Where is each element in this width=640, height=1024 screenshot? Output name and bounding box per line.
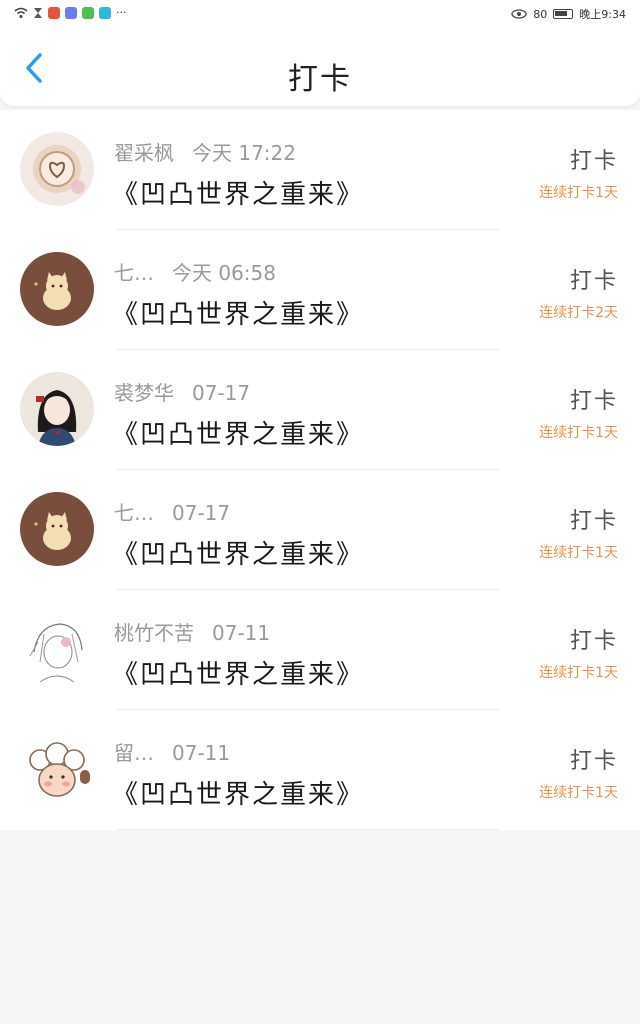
checkin-label: 打卡 xyxy=(569,149,618,174)
checkin-row[interactable]: 桃竹不苦 07-11 《凹凸世界之重来》 打卡 连续打卡1天 xyxy=(0,590,640,710)
weibo-icon xyxy=(48,6,60,19)
checkin-label: 打卡 xyxy=(569,269,618,294)
wifi-icon xyxy=(14,7,28,18)
checkin-meta: 七… 07-17 xyxy=(114,497,230,526)
battery-icon xyxy=(553,9,574,19)
more-notifications-icon: ··· xyxy=(116,6,127,19)
checkin-time: 今天 17:22 xyxy=(192,141,296,165)
checkin-row[interactable]: 七… 今天 06:58 《凹凸世界之重来》 打卡 连续打卡2天 xyxy=(0,230,640,350)
checkin-list: 翟采枫 今天 17:22 《凹凸世界之重来》 打卡 连续打卡1天 七… 今天 06:… xyxy=(0,110,640,830)
user-name[interactable]: 翟采枫 xyxy=(114,141,174,165)
battery-percent: 80 xyxy=(533,7,548,21)
streak-badge: 连续打卡1天 xyxy=(539,665,618,681)
streak-badge: 连续打卡1天 xyxy=(539,185,618,201)
checkin-meta: 留… 07-11 xyxy=(114,737,230,766)
user-name[interactable]: 留… xyxy=(114,741,154,765)
streak-badge: 连续打卡1天 xyxy=(539,785,618,801)
book-title[interactable]: 《凹凸世界之重来》 xyxy=(112,414,364,451)
checkin-label: 打卡 xyxy=(569,629,618,654)
checkin-meta: 桃竹不苦 07-11 xyxy=(114,617,270,646)
book-title[interactable]: 《凹凸世界之重来》 xyxy=(112,534,364,571)
checkin-label: 打卡 xyxy=(569,509,618,534)
cat-avatar[interactable] xyxy=(20,252,94,326)
checkin-time: 今天 06:58 xyxy=(172,261,276,285)
checkin-label: 打卡 xyxy=(569,749,618,774)
status-bar: ··· 80 晚上9:34 xyxy=(0,0,640,28)
page-title: 打卡 xyxy=(288,62,352,97)
checkin-row[interactable]: 留… 07-11 《凹凸世界之重来》 打卡 连续打卡1天 xyxy=(0,710,640,830)
streak-badge: 连续打卡1天 xyxy=(539,545,618,561)
user-name[interactable]: 桃竹不苦 xyxy=(114,621,194,645)
girl-avatar[interactable] xyxy=(20,372,94,446)
checkin-meta: 裘梦华 07-17 xyxy=(114,377,250,406)
checkin-meta: 七… 今天 06:58 xyxy=(114,257,276,286)
checkin-label: 打卡 xyxy=(569,389,618,414)
checkin-row[interactable]: 裘梦华 07-17 《凹凸世界之重来》 打卡 连续打卡1天 xyxy=(0,350,640,470)
status-icons-right: 80 晚上9:34 xyxy=(511,6,626,22)
checkin-time: 07-17 xyxy=(172,501,231,525)
checkin-meta: 翟采枫 今天 17:22 xyxy=(114,137,296,166)
checkin-row[interactable]: 翟采枫 今天 17:22 《凹凸世界之重来》 打卡 连续打卡1天 xyxy=(0,110,640,230)
empty-area xyxy=(0,830,640,1024)
app-header: 打卡 xyxy=(0,28,640,106)
streak-badge: 连续打卡1天 xyxy=(539,425,618,441)
book-title[interactable]: 《凹凸世界之重来》 xyxy=(112,174,364,211)
latte-avatar[interactable] xyxy=(20,132,94,206)
user-name[interactable]: 七… xyxy=(114,261,154,285)
app-icon xyxy=(65,6,77,19)
status-icons-left: ··· xyxy=(14,6,127,19)
checkin-time: 07-11 xyxy=(172,741,231,765)
user-name[interactable]: 七… xyxy=(114,501,154,525)
cat-avatar[interactable] xyxy=(20,492,94,566)
user-name[interactable]: 裘梦华 xyxy=(114,381,174,405)
wechat-icon xyxy=(82,6,94,19)
book-title[interactable]: 《凹凸世界之重来》 xyxy=(112,774,364,811)
eye-icon xyxy=(511,9,527,19)
streak-badge: 连续打卡2天 xyxy=(539,305,618,321)
book-title[interactable]: 《凹凸世界之重来》 xyxy=(112,294,364,331)
checkin-row[interactable]: 七… 07-17 《凹凸世界之重来》 打卡 连续打卡1天 xyxy=(0,470,640,590)
sketch-avatar[interactable] xyxy=(20,612,94,686)
book-title[interactable]: 《凹凸世界之重来》 xyxy=(112,654,364,691)
checkin-time: 07-17 xyxy=(192,381,251,405)
hourglass-icon xyxy=(34,7,42,18)
checkin-time: 07-11 xyxy=(212,621,271,645)
sheep-avatar[interactable] xyxy=(20,732,94,806)
clock: 晚上9:34 xyxy=(579,8,626,21)
notes-icon xyxy=(99,6,111,19)
